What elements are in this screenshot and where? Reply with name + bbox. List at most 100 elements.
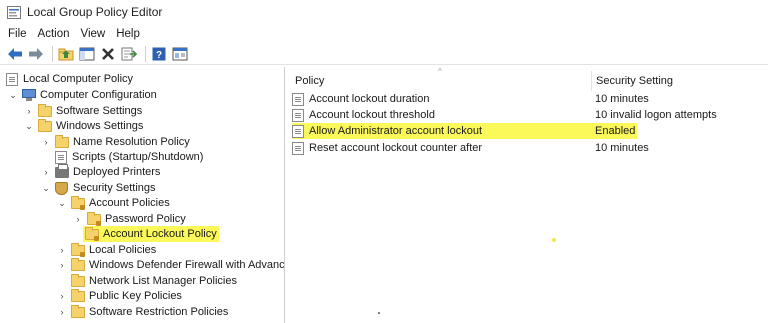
policy-row[interactable]: Account lockout duration 10 minutes [292, 91, 762, 107]
folder-icon [71, 304, 85, 318]
chevron-right-icon[interactable]: › [73, 214, 83, 224]
tree-item-deployed-printers[interactable]: › Deployed Printers [41, 163, 160, 180]
window-title: Local Group Policy Editor [27, 5, 163, 19]
forward-arrow-icon[interactable] [27, 45, 45, 63]
tree-item-label: Software Restriction Policies [89, 306, 229, 318]
toolbar: ? [0, 43, 768, 65]
tree-item-label: Windows Settings [56, 120, 144, 132]
policy-setting-icon [292, 124, 304, 138]
policy-row[interactable]: Reset account lockout counter after 10 m… [292, 140, 762, 156]
tree-item-password-policy[interactable]: › Password Policy [73, 211, 186, 227]
computer-icon [22, 89, 36, 101]
policy-setting-icon [292, 92, 304, 106]
policy-setting-value: Enabled [595, 125, 636, 137]
folder-icon [71, 288, 85, 302]
stray-highlight-mark [552, 238, 556, 242]
policy-setting-icon [292, 141, 304, 155]
sort-ascending-icon: ^ [438, 67, 442, 76]
tree-item-label: Computer Configuration [40, 89, 157, 101]
tree-item-label: Windows Defender Firewall with Advanced [89, 259, 285, 271]
column-header-policy[interactable]: Policy [295, 72, 324, 90]
tree-item-label: Local Computer Policy [23, 73, 134, 85]
console-tree-pane: Local Computer Policy ⌄ Computer Configu… [0, 67, 285, 323]
column-header-label: Security Setting [596, 75, 674, 87]
chevron-right-icon[interactable]: › [24, 106, 34, 116]
lock-folder-icon [71, 195, 85, 210]
chevron-right-icon[interactable]: › [57, 291, 67, 301]
menu-help[interactable]: Help [116, 28, 140, 40]
delete-icon[interactable] [99, 45, 117, 63]
help-icon[interactable]: ? [150, 45, 168, 63]
tree-item-software-settings[interactable]: › Software Settings [24, 103, 142, 119]
column-header-security-setting[interactable]: Security Setting [596, 72, 673, 90]
policy-row-highlighted[interactable]: Allow Administrator account lockout Enab… [292, 123, 637, 139]
export-list-icon[interactable] [120, 45, 138, 63]
tree-item-label: Security Settings [73, 182, 156, 194]
details-pane: Policy ^ Security Setting Account lockou… [286, 67, 768, 323]
selected-item-highlight: Account Lockout Policy [83, 226, 219, 242]
tree-item-label: Account Lockout Policy [103, 228, 217, 240]
column-header-label: Policy [295, 75, 325, 87]
toolbar-separator [145, 45, 146, 62]
lock-folder-icon [87, 211, 101, 226]
printer-icon [55, 163, 69, 178]
toolbar-separator [52, 45, 53, 62]
lock-folder-icon [71, 242, 85, 257]
policy-name: Allow Administrator account lockout [309, 125, 483, 137]
security-settings-icon [55, 181, 68, 195]
chevron-down-icon[interactable]: ⌄ [24, 121, 34, 132]
chevron-down-icon[interactable]: ⌄ [8, 90, 18, 101]
scripts-icon [55, 150, 67, 164]
tree-item-name-resolution-policy[interactable]: › Name Resolution Policy [41, 134, 190, 150]
policy-editor-app-icon [7, 5, 21, 19]
policy-setting-value: 10 minutes [595, 93, 649, 105]
chevron-right-icon[interactable]: › [57, 260, 67, 270]
chevron-right-icon[interactable]: › [57, 245, 67, 255]
tree-item-label: Software Settings [56, 105, 143, 117]
policy-setting-value: 10 minutes [595, 142, 649, 154]
menu-file[interactable]: File [8, 28, 27, 40]
chevron-right-icon[interactable]: › [57, 307, 67, 317]
tree-item-local-policies[interactable]: › Local Policies [57, 242, 156, 258]
show-hide-tree-icon[interactable] [78, 45, 96, 63]
folder-icon [71, 273, 85, 287]
tree-item-label: Scripts (Startup/Shutdown) [72, 151, 204, 163]
properties-icon[interactable] [171, 45, 189, 63]
policy-name: Account lockout threshold [309, 109, 435, 121]
lock-folder-icon [85, 226, 99, 241]
title-bar: Local Group Policy Editor [0, 0, 768, 24]
tree-item-label: Public Key Policies [89, 290, 182, 302]
tree-item-account-policies[interactable]: ⌄ Account Policies [57, 195, 170, 211]
menu-bar: File Action View Help [0, 25, 768, 42]
tree-item-windows-defender-firewall[interactable]: › Windows Defender Firewall with Advance… [57, 257, 285, 273]
policy-document-icon [6, 72, 18, 86]
tree-item-scripts[interactable]: Scripts (Startup/Shutdown) [55, 149, 203, 165]
tree-item-security-settings[interactable]: ⌄ Security Settings [41, 180, 156, 196]
chevron-right-icon[interactable]: › [41, 167, 51, 177]
up-folder-icon[interactable] [57, 45, 75, 63]
chevron-right-icon[interactable]: › [41, 137, 51, 147]
policy-setting-value: 10 invalid logon attempts [595, 109, 717, 121]
tree-item-label: Local Policies [89, 244, 157, 256]
back-arrow-icon[interactable] [6, 45, 24, 63]
column-divider[interactable] [591, 71, 592, 91]
chevron-down-icon[interactable]: ⌄ [41, 183, 51, 194]
tree-item-local-computer-policy[interactable]: Local Computer Policy [6, 71, 133, 87]
policy-name: Reset account lockout counter after [309, 142, 483, 154]
chevron-down-icon[interactable]: ⌄ [57, 198, 67, 209]
folder-icon [71, 257, 85, 271]
tree-item-network-list-manager[interactable]: Network List Manager Policies [71, 273, 237, 289]
folder-icon [38, 118, 52, 132]
tree-item-software-restriction[interactable]: › Software Restriction Policies [57, 304, 228, 320]
menu-view[interactable]: View [81, 28, 106, 40]
tree-item-public-key-policies[interactable]: › Public Key Policies [57, 288, 182, 304]
tree-item-computer-configuration[interactable]: ⌄ Computer Configuration [8, 87, 157, 103]
folder-icon [55, 134, 69, 148]
svg-text:?: ? [156, 50, 162, 61]
policy-row[interactable]: Account lockout threshold 10 invalid log… [292, 107, 762, 123]
tree-item-windows-settings[interactable]: ⌄ Windows Settings [24, 118, 143, 134]
tree-item-label: Account Policies [89, 197, 170, 209]
tree-item-account-lockout-policy[interactable]: Account Lockout Policy [83, 226, 219, 242]
tree-item-label: Name Resolution Policy [73, 136, 190, 148]
menu-action[interactable]: Action [38, 28, 70, 40]
